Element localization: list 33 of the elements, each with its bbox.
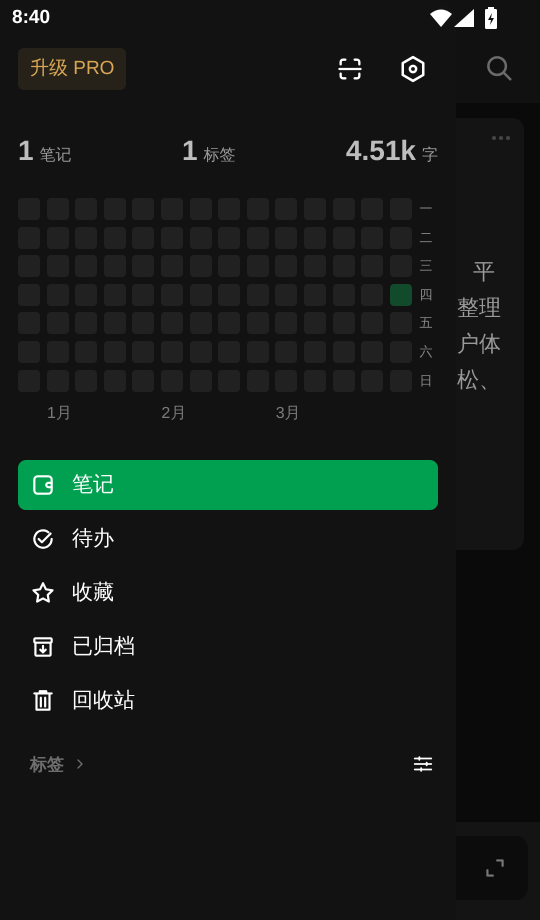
note-text: 平	[473, 258, 495, 286]
weekday-label: 三	[420, 257, 433, 276]
stat-label: 笔记	[40, 146, 72, 166]
stat-value: 1	[182, 134, 198, 168]
upgrade-button[interactable]: 升级 PRO	[18, 48, 126, 90]
stat-label: 字	[422, 146, 438, 166]
note-text: 松、	[457, 366, 501, 394]
weekday-label: 日	[420, 372, 433, 390]
menu-item[interactable]: 收藏	[18, 568, 438, 618]
more-icon	[492, 136, 510, 140]
note-text: 户体	[457, 330, 501, 358]
tags-link[interactable]: 标签	[30, 752, 64, 778]
month-label: 1月	[46, 404, 73, 424]
battery-icon	[484, 7, 498, 29]
stat-value: 4.51k	[346, 134, 416, 168]
note-text: 整理	[457, 294, 501, 322]
status-time: 8:40	[12, 6, 50, 30]
menu-item[interactable]: 已归档	[18, 622, 438, 672]
wifi-icon	[430, 9, 452, 27]
weekday-label: 六	[420, 342, 433, 361]
search-icon	[484, 53, 514, 83]
weekday-label: 五	[420, 314, 433, 332]
stat-value: 1	[18, 134, 34, 168]
signal-icon	[454, 9, 474, 27]
stat-label: 标签	[204, 146, 236, 166]
weekday-label: 四	[420, 286, 433, 304]
menu-item[interactable]: 回收站	[18, 676, 438, 726]
weekday-label: 二	[420, 228, 433, 247]
month-label: 3月	[274, 404, 302, 424]
month-label: 2月	[160, 404, 188, 424]
search-button[interactable]	[484, 53, 514, 83]
weekday-label: 一	[420, 200, 433, 218]
menu-item[interactable]: 待办	[18, 514, 438, 564]
